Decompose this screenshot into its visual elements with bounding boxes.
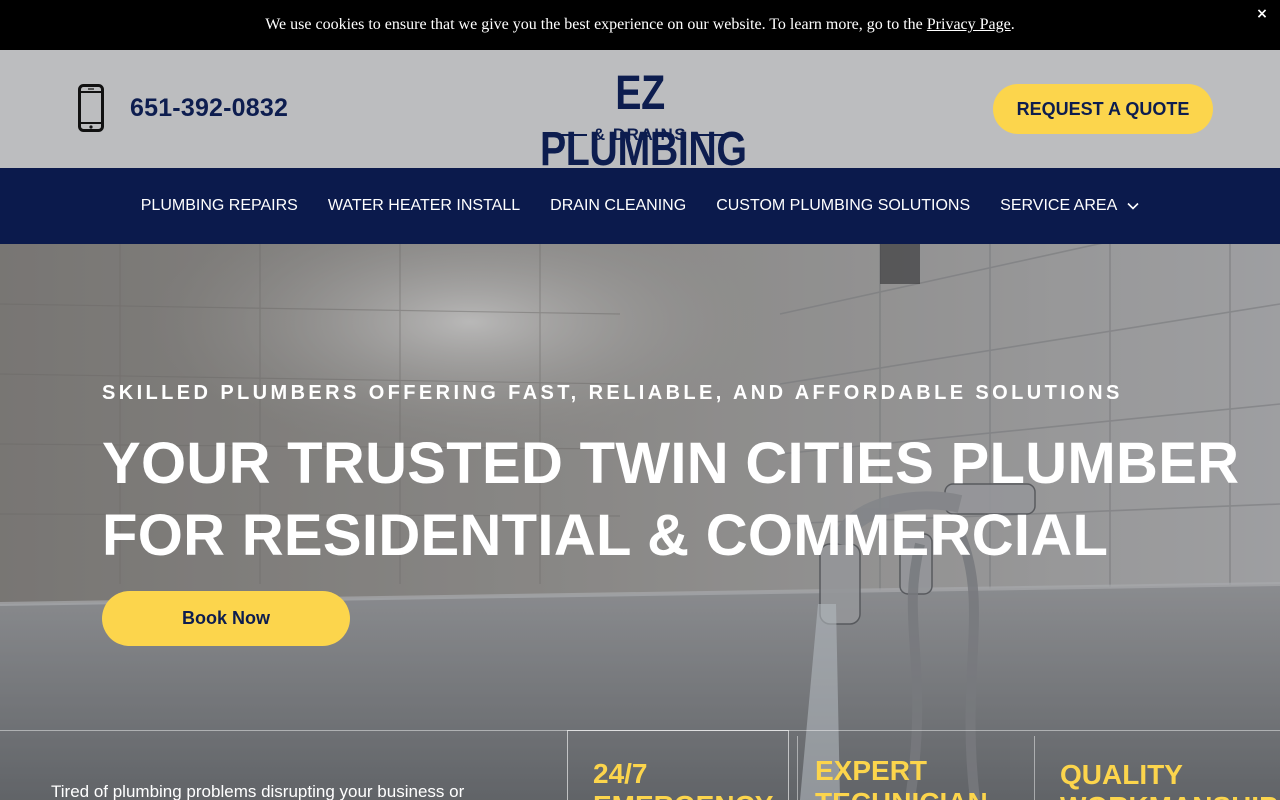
cookie-notice-text: We use cookies to ensure that we give yo… [265,16,1015,34]
feature-expert-title: EXPERT [815,755,928,786]
hero-eyebrow: SKILLED PLUMBERS OFFERING FAST, RELIABLE… [102,382,1123,404]
site-logo[interactable]: EZ PLUMBING & DRAINS [518,66,762,176]
nav-item-service-area[interactable]: SERVICE AREA [985,197,1154,215]
phone-link[interactable]: 651-392-0832 [78,84,288,132]
feature-expert: EXPERT TECHNICIAN [790,730,1034,800]
book-now-button[interactable]: Book Now [102,591,350,646]
mobile-phone-icon [78,84,104,132]
nav-item-service-area-label: SERVICE AREA [1000,197,1118,214]
privacy-page-link[interactable]: Privacy Page [927,16,1011,33]
cookie-notice-message: We use cookies to ensure that we give yo… [265,16,927,33]
feature-emergency: 24/7 EMERGENCY [567,730,789,800]
logo-subtext: & DRAINS [592,125,688,144]
feature-expert-subtitle: TECHNICIAN [815,786,988,800]
feature-quality-title: QUALITY [1060,759,1183,790]
nav-item-custom-plumbing-solutions[interactable]: CUSTOM PLUMBING SOLUTIONS [701,197,985,215]
nav-item-plumbing-repairs[interactable]: PLUMBING REPAIRS [126,197,313,215]
close-icon[interactable]: × [1254,6,1270,22]
hero-title: YOUR TRUSTED TWIN CITIES PLUMBER FOR RES… [102,428,1272,572]
hero-title-line-2: FOR RESIDENTIAL & COMMERCIAL [102,503,1109,568]
feature-quality: QUALITY WORKMANSHIP [1035,730,1280,800]
cookie-notice-period: . [1010,16,1015,33]
chevron-down-icon [1127,202,1139,210]
nav-item-drain-cleaning[interactable]: DRAIN CLEANING [535,197,701,215]
logo-wordmark: EZ PLUMBING [539,67,747,176]
logo-swoosh-left [552,134,587,136]
nav-item-water-heater-install[interactable]: WATER HEATER INSTALL [313,197,535,215]
site-header: 651-392-0832 EZ PLUMBING & DRAINS REQUES… [0,50,1280,176]
feature-emergency-title: 24/7 [593,758,648,789]
intro-text: Tired of plumbing problems disrupting yo… [51,782,465,800]
feature-emergency-subtitle: EMERGENCY [593,789,773,800]
logo-subline: & DRAINS [518,124,762,146]
logo-swoosh-right [693,134,728,136]
main-nav: PLUMBING REPAIRS WATER HEATER INSTALL DR… [0,168,1280,244]
hero-title-line-1: YOUR TRUSTED TWIN CITIES PLUMBER [102,431,1240,496]
feature-quality-subtitle: WORKMANSHIP [1060,790,1278,800]
hero-section: SKILLED PLUMBERS OFFERING FAST, RELIABLE… [0,244,1280,800]
request-quote-button[interactable]: REQUEST A QUOTE [993,84,1213,134]
cookie-notice-bar: We use cookies to ensure that we give yo… [0,0,1280,50]
phone-number[interactable]: 651-392-0832 [130,94,288,123]
